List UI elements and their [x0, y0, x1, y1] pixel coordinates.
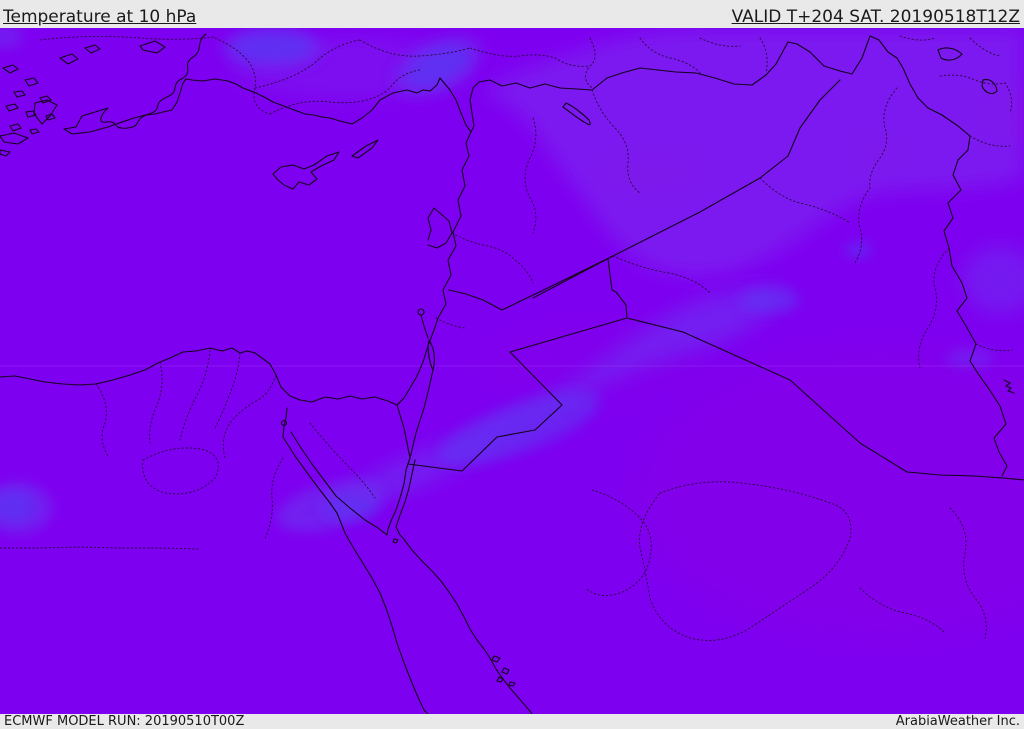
- header-bar: Temperature at 10 hPa VALID T+204 SAT. 2…: [0, 0, 1024, 28]
- branding-label: ArabiaWeather Inc.: [895, 714, 1020, 729]
- weather-chart-window: { "header": { "title": "Temperature at 1…: [0, 0, 1024, 729]
- weather-map: [0, 28, 1024, 714]
- model-run-label: ECMWF MODEL RUN: 20190510T00Z: [4, 714, 245, 729]
- valid-time-label: VALID T+204 SAT. 20190518T12Z: [731, 7, 1020, 27]
- page-title: Temperature at 10 hPa: [3, 7, 197, 27]
- footer-bar: ECMWF MODEL RUN: 20190510T00Z ArabiaWeat…: [0, 714, 1024, 729]
- temperature-map-canvas: [0, 28, 1024, 714]
